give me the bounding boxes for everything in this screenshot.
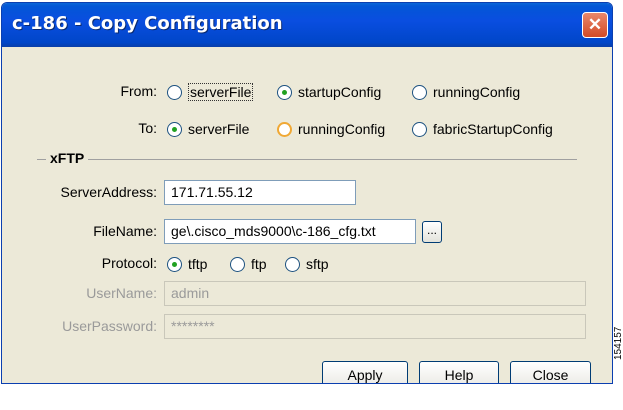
protocol-option-tftp[interactable]: tftp — [167, 254, 207, 274]
to-label: To: — [138, 120, 157, 136]
file-name-input[interactable]: ge\.cisco_mds9000\c-186_cfg.txt — [164, 219, 416, 244]
window-title: c-186 - Copy Configuration — [12, 13, 283, 34]
to-option-runningconfig[interactable]: runningConfig — [277, 119, 385, 139]
from-option-label: runningConfig — [433, 84, 521, 100]
radio-icon[interactable] — [412, 84, 427, 100]
from-option-serverfile[interactable]: serverFile — [167, 82, 254, 102]
protocol-option-label: tftp — [188, 256, 208, 272]
user-name-label: UserName: — [86, 285, 157, 301]
radio-icon[interactable] — [230, 256, 245, 272]
radio-icon[interactable] — [285, 256, 300, 272]
xftp-section-divider — [37, 159, 577, 160]
radio-selected-icon[interactable] — [277, 84, 292, 100]
apply-button[interactable]: Apply — [322, 361, 408, 383]
from-option-runningconfig[interactable]: runningConfig — [412, 82, 520, 102]
figure-code: 154157 — [613, 326, 623, 360]
to-option-label: fabricStartupConfig — [433, 121, 553, 137]
protocol-option-sftp[interactable]: sftp — [285, 254, 329, 274]
copy-configuration-dialog: c-186 - Copy Configuration ✕ From: serve… — [1, 2, 613, 384]
close-icon: ✕ — [587, 15, 603, 34]
help-button[interactable]: Help — [419, 361, 499, 383]
ellipsis-icon: ... — [426, 223, 437, 237]
radio-icon[interactable] — [412, 121, 427, 137]
to-option-serverfile[interactable]: serverFile — [167, 119, 249, 139]
user-name-input[interactable]: admin — [164, 281, 586, 306]
radio-hover-icon[interactable] — [277, 121, 292, 137]
close-window-button[interactable]: ✕ — [582, 12, 608, 38]
from-option-label: serverFile — [188, 83, 254, 101]
user-password-input[interactable]: ******** — [164, 314, 586, 339]
from-option-startupconfig[interactable]: startupConfig — [277, 82, 381, 102]
file-name-label: FileName: — [93, 223, 157, 239]
title-bar[interactable]: c-186 - Copy Configuration ✕ — [2, 3, 612, 47]
protocol-option-ftp[interactable]: ftp — [230, 254, 267, 274]
from-option-label: startupConfig — [298, 84, 382, 100]
protocol-option-label: ftp — [251, 256, 267, 272]
to-option-label: runningConfig — [298, 121, 386, 137]
to-option-label: serverFile — [188, 121, 250, 137]
close-button[interactable]: Close — [510, 361, 591, 383]
xftp-section-label: xFTP — [46, 150, 89, 166]
radio-selected-icon[interactable] — [167, 256, 182, 272]
user-password-label: UserPassword: — [62, 318, 157, 334]
to-option-fabricstartupconfig[interactable]: fabricStartupConfig — [412, 119, 553, 139]
from-label: From: — [120, 83, 157, 99]
radio-icon[interactable] — [167, 84, 182, 100]
protocol-label: Protocol: — [101, 255, 157, 271]
protocol-option-label: sftp — [306, 256, 329, 272]
server-address-label: ServerAddress: — [60, 184, 157, 200]
browse-button[interactable]: ... — [422, 221, 442, 243]
radio-selected-icon[interactable] — [167, 121, 182, 137]
server-address-input[interactable]: 171.71.55.12 — [164, 180, 356, 205]
